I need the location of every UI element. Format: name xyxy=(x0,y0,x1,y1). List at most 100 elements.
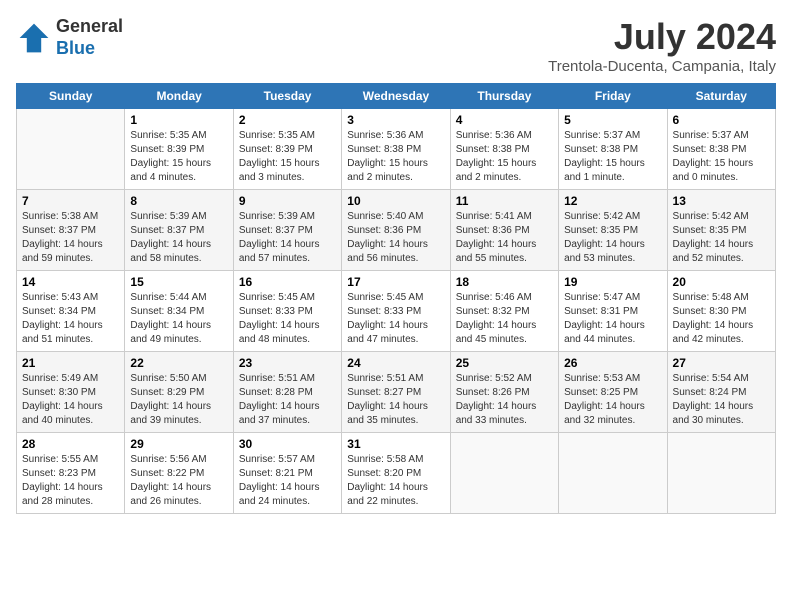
calendar-cell xyxy=(17,109,125,190)
calendar-cell: 10 Sunrise: 5:40 AMSunset: 8:36 PMDayligh… xyxy=(342,190,450,271)
day-number: 27 xyxy=(673,356,770,370)
location-subtitle: Trentola-Ducenta, Campania, Italy xyxy=(548,58,776,75)
day-number: 3 xyxy=(347,113,444,127)
day-number: 10 xyxy=(347,194,444,208)
day-detail: Sunrise: 5:40 AMSunset: 8:36 PMDaylight:… xyxy=(347,210,444,266)
day-number: 13 xyxy=(673,194,770,208)
day-detail: Sunrise: 5:53 AMSunset: 8:25 PMDaylight:… xyxy=(564,372,661,428)
day-number: 24 xyxy=(347,356,444,370)
day-detail: Sunrise: 5:46 AMSunset: 8:32 PMDaylight:… xyxy=(456,291,553,347)
day-number: 25 xyxy=(456,356,553,370)
calendar-cell: 12Sunrise: 5:42 AMSunset: 8:35 PMDayligh… xyxy=(559,190,667,271)
day-detail: Sunrise: 5:51 AMSunset: 8:27 PMDaylight:… xyxy=(347,372,444,428)
calendar-cell: 4 Sunrise: 5:36 AMSunset: 8:38 PMDaylight… xyxy=(450,109,558,190)
day-number: 6 xyxy=(673,113,770,127)
day-number: 30 xyxy=(239,437,336,451)
day-detail: Sunrise: 5:47 AMSunset: 8:31 PMDaylight:… xyxy=(564,291,661,347)
day-number: 23 xyxy=(239,356,336,370)
calendar-cell: 13 Sunrise: 5:42 AMSunset: 8:35 PMDayligh… xyxy=(667,190,775,271)
col-header-sunday: Sunday xyxy=(17,84,125,109)
page-header: General Blue July 2024 Trentola-Ducenta,… xyxy=(16,16,776,75)
col-header-friday: Friday xyxy=(559,84,667,109)
day-detail: Sunrise: 5:36 AMSunset: 8:38 PMDaylight:… xyxy=(347,129,444,185)
calendar-cell: 25Sunrise: 5:52 AMSunset: 8:26 PMDayligh… xyxy=(450,352,558,433)
day-number: 18 xyxy=(456,275,553,289)
day-number: 21 xyxy=(22,356,119,370)
day-detail: Sunrise: 5:36 AMSunset: 8:38 PMDaylight:… xyxy=(456,129,553,185)
day-detail: Sunrise: 5:54 AMSunset: 8:24 PMDaylight:… xyxy=(673,372,770,428)
calendar-cell: 7 Sunrise: 5:38 AMSunset: 8:37 PMDaylight… xyxy=(17,190,125,271)
calendar-week-row: 14 Sunrise: 5:43 AMSunset: 8:34 PMDayligh… xyxy=(17,271,776,352)
day-number: 5 xyxy=(564,113,661,127)
day-number: 15 xyxy=(130,275,227,289)
day-detail: Sunrise: 5:35 AMSunset: 8:39 PMDaylight:… xyxy=(239,129,336,185)
day-detail: Sunrise: 5:58 AMSunset: 8:20 PMDaylight:… xyxy=(347,453,444,509)
calendar-cell: 11Sunrise: 5:41 AMSunset: 8:36 PMDayligh… xyxy=(450,190,558,271)
calendar-cell: 17 Sunrise: 5:45 AMSunset: 8:33 PMDayligh… xyxy=(342,271,450,352)
day-detail: Sunrise: 5:42 AMSunset: 8:35 PMDaylight:… xyxy=(673,210,770,266)
calendar-cell: 20Sunrise: 5:48 AMSunset: 8:30 PMDayligh… xyxy=(667,271,775,352)
day-detail: Sunrise: 5:51 AMSunset: 8:28 PMDaylight:… xyxy=(239,372,336,428)
day-number: 2 xyxy=(239,113,336,127)
calendar-cell: 8Sunrise: 5:39 AMSunset: 8:37 PMDaylight… xyxy=(125,190,233,271)
day-number: 12 xyxy=(564,194,661,208)
day-number: 28 xyxy=(22,437,119,451)
calendar-cell: 1 Sunrise: 5:35 AMSunset: 8:39 PMDaylight… xyxy=(125,109,233,190)
calendar-cell: 14 Sunrise: 5:43 AMSunset: 8:34 PMDayligh… xyxy=(17,271,125,352)
day-number: 19 xyxy=(564,275,661,289)
calendar-cell: 5Sunrise: 5:37 AMSunset: 8:38 PMDaylight… xyxy=(559,109,667,190)
calendar-cell: 21 Sunrise: 5:49 AMSunset: 8:30 PMDayligh… xyxy=(17,352,125,433)
month-year-title: July 2024 xyxy=(548,16,776,58)
day-detail: Sunrise: 5:41 AMSunset: 8:36 PMDaylight:… xyxy=(456,210,553,266)
calendar-table: SundayMondayTuesdayWednesdayThursdayFrid… xyxy=(16,83,776,514)
calendar-cell: 19 Sunrise: 5:47 AMSunset: 8:31 PMDayligh… xyxy=(559,271,667,352)
calendar-week-row: 1 Sunrise: 5:35 AMSunset: 8:39 PMDaylight… xyxy=(17,109,776,190)
day-detail: Sunrise: 5:45 AMSunset: 8:33 PMDaylight:… xyxy=(347,291,444,347)
calendar-cell: 2 Sunrise: 5:35 AMSunset: 8:39 PMDaylight… xyxy=(233,109,341,190)
calendar-cell: 23 Sunrise: 5:51 AMSunset: 8:28 PMDayligh… xyxy=(233,352,341,433)
day-detail: Sunrise: 5:55 AMSunset: 8:23 PMDaylight:… xyxy=(22,453,119,509)
day-number: 20 xyxy=(673,275,770,289)
day-number: 9 xyxy=(239,194,336,208)
calendar-cell: 29Sunrise: 5:56 AMSunset: 8:22 PMDayligh… xyxy=(125,433,233,514)
day-detail: Sunrise: 5:45 AMSunset: 8:33 PMDaylight:… xyxy=(239,291,336,347)
day-number: 8 xyxy=(130,194,227,208)
day-detail: Sunrise: 5:39 AMSunset: 8:37 PMDaylight:… xyxy=(239,210,336,266)
calendar-cell: 6 Sunrise: 5:37 AMSunset: 8:38 PMDaylight… xyxy=(667,109,775,190)
day-detail: Sunrise: 5:57 AMSunset: 8:21 PMDaylight:… xyxy=(239,453,336,509)
day-number: 17 xyxy=(347,275,444,289)
day-detail: Sunrise: 5:43 AMSunset: 8:34 PMDaylight:… xyxy=(22,291,119,347)
logo: General Blue xyxy=(16,16,123,59)
calendar-cell: 15Sunrise: 5:44 AMSunset: 8:34 PMDayligh… xyxy=(125,271,233,352)
calendar-cell xyxy=(559,433,667,514)
calendar-cell xyxy=(450,433,558,514)
day-number: 22 xyxy=(130,356,227,370)
day-number: 4 xyxy=(456,113,553,127)
logo-text: General Blue xyxy=(56,16,123,59)
day-detail: Sunrise: 5:38 AMSunset: 8:37 PMDaylight:… xyxy=(22,210,119,266)
calendar-cell: 24 Sunrise: 5:51 AMSunset: 8:27 PMDayligh… xyxy=(342,352,450,433)
calendar-week-row: 28 Sunrise: 5:55 AMSunset: 8:23 PMDayligh… xyxy=(17,433,776,514)
day-detail: Sunrise: 5:49 AMSunset: 8:30 PMDaylight:… xyxy=(22,372,119,428)
logo-blue: Blue xyxy=(56,38,95,58)
day-number: 14 xyxy=(22,275,119,289)
day-detail: Sunrise: 5:37 AMSunset: 8:38 PMDaylight:… xyxy=(673,129,770,185)
calendar-cell: 18 Sunrise: 5:46 AMSunset: 8:32 PMDayligh… xyxy=(450,271,558,352)
calendar-week-row: 7 Sunrise: 5:38 AMSunset: 8:37 PMDaylight… xyxy=(17,190,776,271)
calendar-cell: 31 Sunrise: 5:58 AMSunset: 8:20 PMDayligh… xyxy=(342,433,450,514)
day-number: 31 xyxy=(347,437,444,451)
day-number: 26 xyxy=(564,356,661,370)
calendar-header-row: SundayMondayTuesdayWednesdayThursdayFrid… xyxy=(17,84,776,109)
col-header-tuesday: Tuesday xyxy=(233,84,341,109)
day-number: 7 xyxy=(22,194,119,208)
calendar-cell: 22 Sunrise: 5:50 AMSunset: 8:29 PMDayligh… xyxy=(125,352,233,433)
day-detail: Sunrise: 5:35 AMSunset: 8:39 PMDaylight:… xyxy=(130,129,227,185)
calendar-cell xyxy=(667,433,775,514)
calendar-week-row: 21 Sunrise: 5:49 AMSunset: 8:30 PMDayligh… xyxy=(17,352,776,433)
day-number: 1 xyxy=(130,113,227,127)
day-number: 16 xyxy=(239,275,336,289)
col-header-thursday: Thursday xyxy=(450,84,558,109)
day-detail: Sunrise: 5:56 AMSunset: 8:22 PMDaylight:… xyxy=(130,453,227,509)
calendar-cell: 3 Sunrise: 5:36 AMSunset: 8:38 PMDaylight… xyxy=(342,109,450,190)
day-detail: Sunrise: 5:50 AMSunset: 8:29 PMDaylight:… xyxy=(130,372,227,428)
